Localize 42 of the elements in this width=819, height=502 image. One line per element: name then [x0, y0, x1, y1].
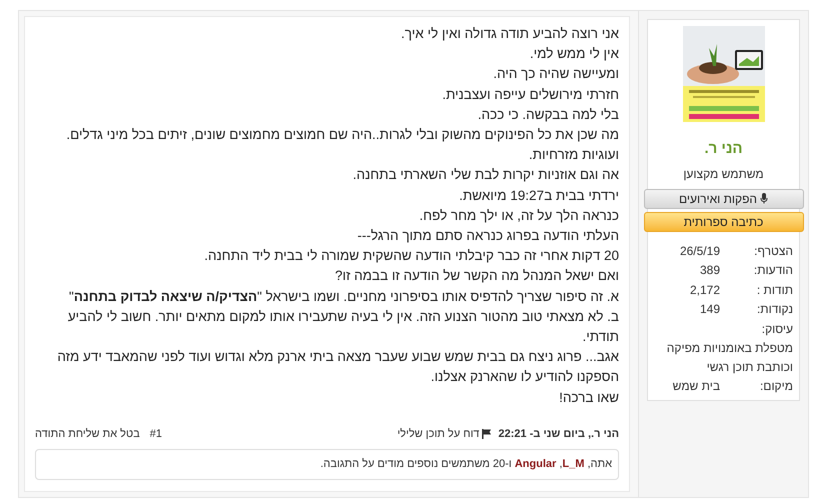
stat-value: בית שמש	[672, 378, 720, 394]
user-title: משתמש מקצוען	[683, 166, 764, 182]
microphone-icon	[760, 193, 768, 204]
message-line: חזרתי מירושלים עייפה ועצבנית.	[441, 86, 619, 104]
user-banner: כתיבה ספרותית	[644, 212, 804, 232]
stat-label: נקודות:	[756, 301, 793, 318]
user-badge: הפקות ואירועים	[644, 188, 804, 208]
stat-value: 389	[698, 262, 720, 279]
stat-value: מטפלת באומנויות מפיקה וכותבת תוכן רגשי	[666, 340, 793, 376]
stat-value: 26/5/19	[678, 242, 720, 260]
message-line: אין לי ממש למי.	[528, 45, 619, 64]
message-line: ומעיישה שהיה כך היה.	[492, 65, 619, 84]
message-line: בלי למה בבקשה. כי ככה.	[476, 106, 619, 124]
message-line: אה וגם אוזניות יקרות לבת שלי השארתי בתחנה.	[352, 166, 619, 184]
undo-thanks-link[interactable]: בטל את שליחת התודה	[35, 426, 140, 442]
post-number[interactable]: #1	[150, 426, 162, 442]
stat-value: 2,172	[688, 282, 720, 298]
message-line: כנראה הלך על זה, או ילך מחר לפח.	[418, 206, 619, 225]
message-line: ב. לא מצאתי טוב מהטור הצנוע הזה. אין לי בעיה שתעבירו אותו למקום מתאים יותר. חשוב לי להביע	[66, 308, 619, 326]
stat-label: מיקום:	[760, 378, 793, 394]
message-line: 20 דקות אחרי זה כבר קיבלתי הודעה שהשקית שמורה לי בבית ליד התחנה.	[203, 247, 619, 266]
message-line: שאו ברכה!	[558, 388, 619, 407]
message-line: תודתי.	[582, 328, 619, 346]
message-line: אני רוצה להביע תודה גדולה ואין לי איך.	[400, 25, 619, 43]
post-byline[interactable]: הני ר., ביום שני ב- 22:21	[498, 426, 619, 442]
message-line: ירדתי בבית ב19:27 מיואשת.	[458, 186, 619, 205]
message-line: ועוגיות מזרחיות.	[528, 146, 619, 164]
message-line: הספקנו להודיע לו שהארנק אצלנו.	[430, 368, 619, 386]
flag-icon	[482, 429, 492, 440]
report-link[interactable]: דוח על תוכן שלילי	[397, 426, 492, 442]
stat-label: הודעות:	[754, 262, 793, 279]
user-link[interactable]: L_M	[562, 458, 584, 470]
message-line: אגב... פרוג ניצח גם בבית שמש שבוע שעבר מצאה ביתי ארנק מלא וגדוש ועוד לפני שהמאבד ידע מזה	[56, 348, 619, 366]
message-line: מה שכן את כל הפינוקים מהשוק ובלי לגרות..היה שם חמוצים מחמוצים שונים, זיתים בכל מיני גדלים.	[65, 126, 619, 144]
stat-label: עיסוק:	[760, 320, 793, 338]
user-link[interactable]: Angular	[514, 458, 556, 470]
stat-label: תודות :	[756, 282, 793, 298]
message-line: ואם ישאל המנהל מה הקשר של הודעה זו בבמה זו?	[334, 267, 619, 286]
stat-value: 149	[698, 301, 720, 318]
message-line: א. זה סיפור שצריך להדפיס אותו בסיפרוני מחניים. ושמו בישראל "הצדיק/ה שיצאה לבדוק בתחנה"	[68, 288, 619, 306]
message-line: העלתי הודעה בפרוג כנראה סתם מתוך הרגל---	[356, 227, 619, 246]
stat-label: הצטרף:	[754, 242, 793, 260]
